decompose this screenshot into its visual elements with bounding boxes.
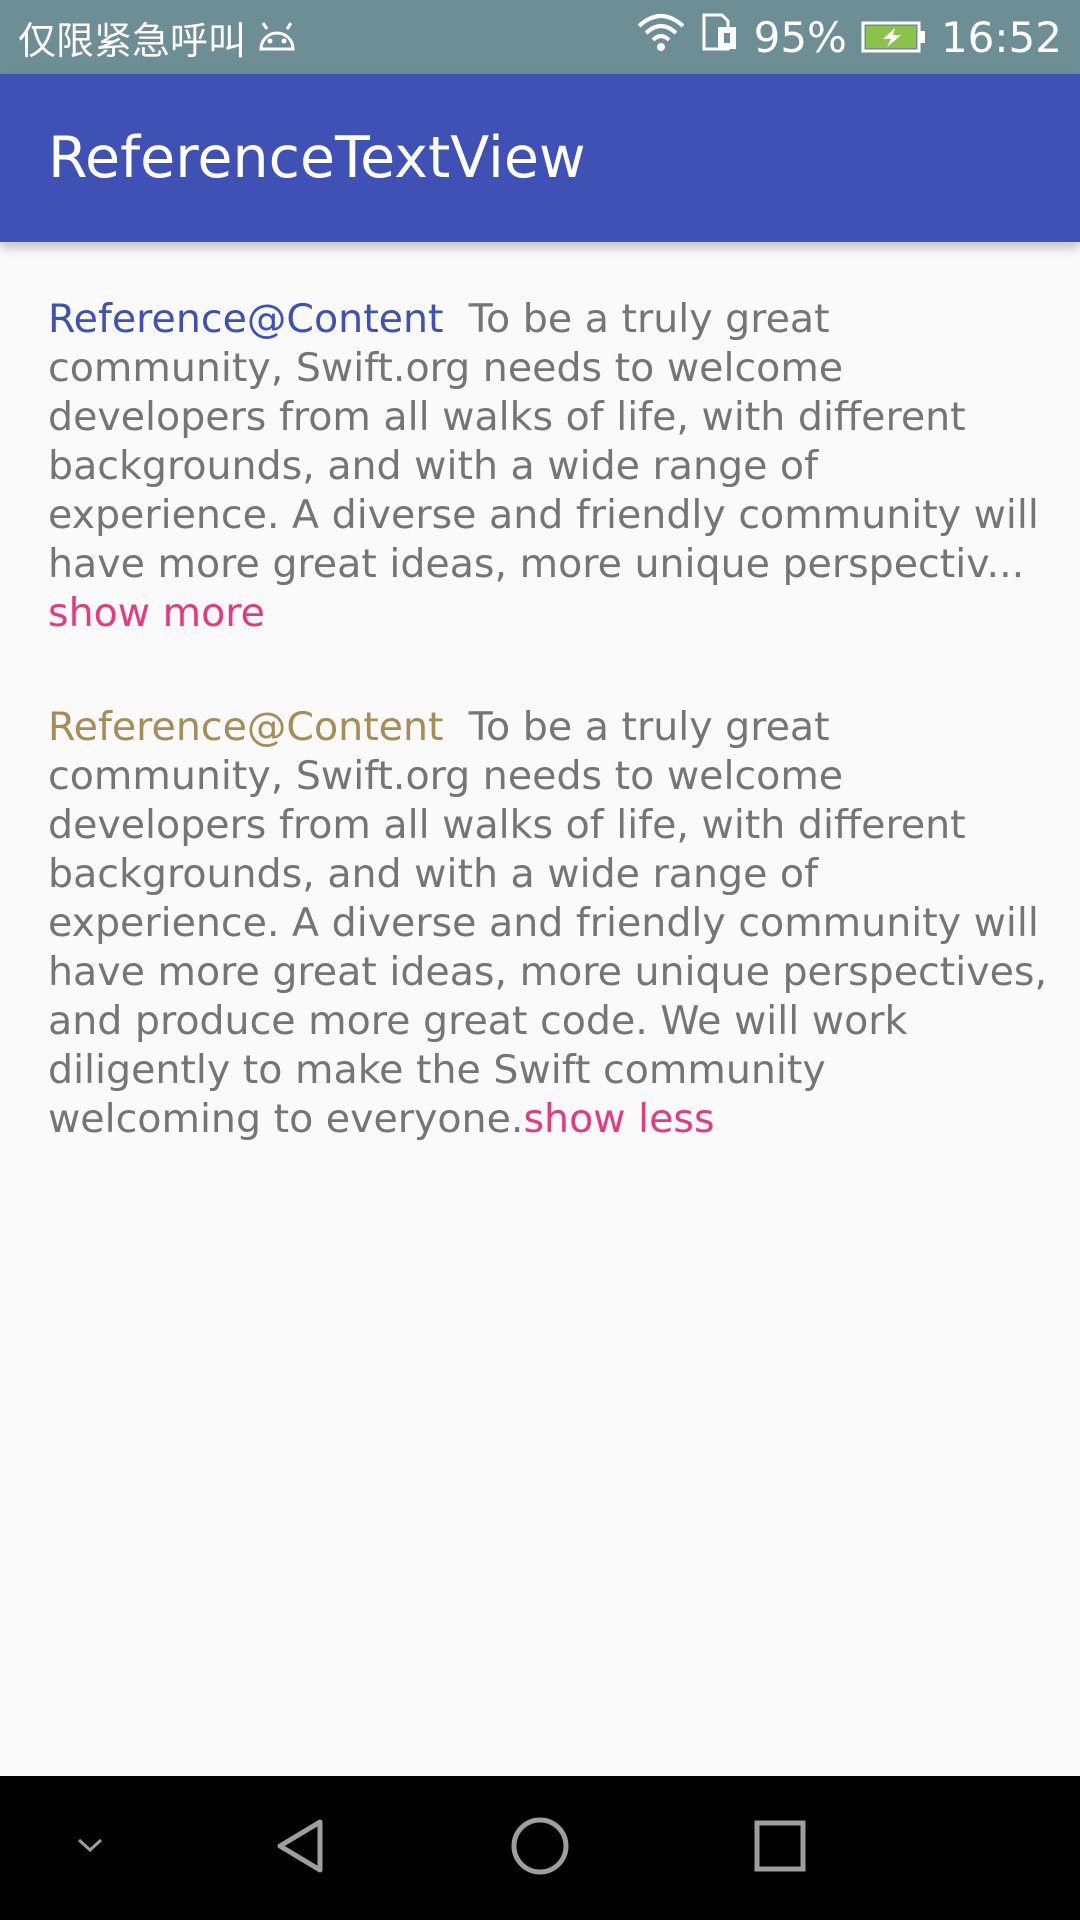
recents-icon [752, 1818, 808, 1879]
reference-text-view-collapsed[interactable]: Reference@Content To be a truly great co… [48, 295, 1048, 638]
reference-tag: Reference@Content [48, 704, 444, 750]
reference-content: To be a truly great community, Swift.org… [48, 704, 1048, 1142]
home-icon [509, 1815, 571, 1882]
battery-percent: 95% [753, 12, 847, 62]
content-area: Reference@Content To be a truly great co… [48, 295, 1048, 1144]
navigation-bar [0, 1776, 1080, 1920]
app-title: ReferenceTextView [48, 125, 586, 191]
app-bar: ReferenceTextView [0, 74, 1080, 242]
reference-tag: Reference@Content [48, 296, 444, 342]
wifi-icon [636, 12, 686, 62]
status-left: 仅限紧急呼叫 [18, 0, 298, 74]
status-right: 95% 16:52 [622, 0, 1062, 74]
carrier-text: 仅限紧急呼叫 [18, 18, 247, 63]
back-icon [270, 1816, 330, 1881]
collapse-button[interactable] [50, 1776, 130, 1920]
recents-button[interactable] [730, 1776, 830, 1920]
show-less-link[interactable]: show less [523, 1096, 714, 1142]
home-button[interactable] [490, 1776, 590, 1920]
android-icon [256, 21, 298, 53]
battery-charging-icon [861, 20, 927, 54]
clock: 16:52 [940, 12, 1062, 62]
status-bar: 仅限紧急呼叫 95% 16:52 [0, 0, 1080, 74]
collapse-icon [75, 1836, 105, 1861]
show-more-link[interactable]: show more [48, 590, 265, 636]
reference-text-view-expanded[interactable]: Reference@Content To be a truly great co… [48, 703, 1048, 1144]
sim-icon [700, 11, 740, 63]
back-button[interactable] [250, 1776, 350, 1920]
